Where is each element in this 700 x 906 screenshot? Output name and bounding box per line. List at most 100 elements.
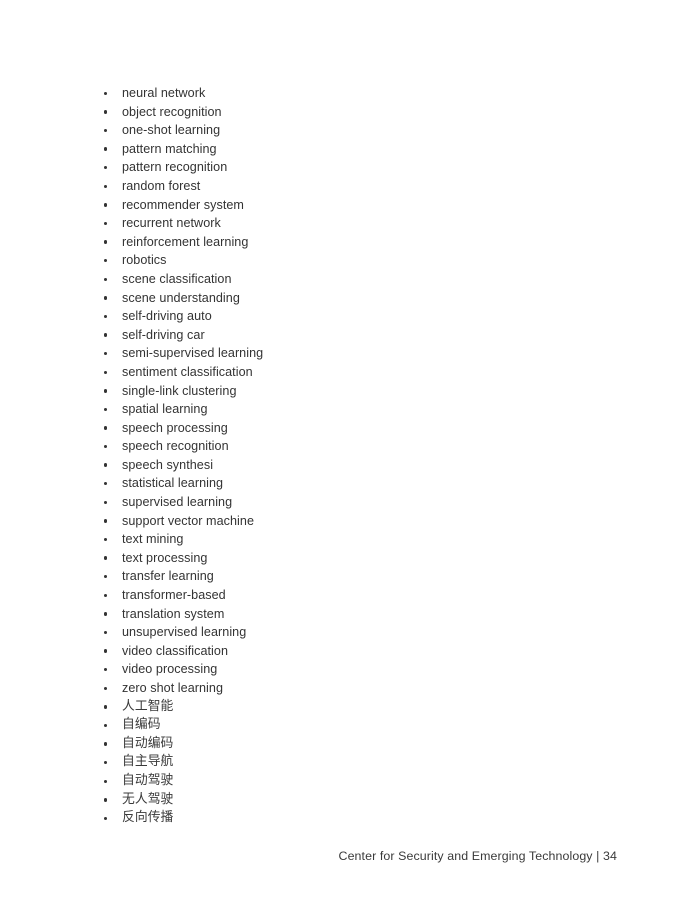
- bullet-icon: [104, 630, 108, 635]
- list-item: 人工智能: [97, 698, 617, 717]
- bullet-icon: [104, 296, 108, 300]
- list-item-label: speech processing: [122, 420, 228, 435]
- list-item: translation system: [97, 605, 617, 624]
- list-item: text processing: [97, 549, 617, 568]
- page-footer: Center for Security and Emerging Technol…: [338, 849, 617, 863]
- list-item: scene understanding: [97, 289, 617, 308]
- bullet-icon: [104, 258, 108, 263]
- list-item-label: reinforcement learning: [122, 234, 249, 249]
- list-item: one-shot learning: [97, 121, 617, 140]
- list-item-label: text processing: [122, 550, 208, 565]
- bullet-icon: [104, 165, 108, 170]
- bullet-icon: [104, 351, 108, 356]
- list-item-label: text mining: [122, 532, 184, 547]
- list-item-label: speech synthesi: [122, 457, 214, 472]
- bullet-icon: [104, 686, 108, 690]
- list-item: pattern matching: [97, 140, 617, 159]
- list-item: support vector machine: [97, 512, 617, 531]
- list-item-label: transfer learning: [122, 569, 214, 584]
- bullet-icon: [104, 426, 108, 430]
- list-item: speech recognition: [97, 437, 617, 456]
- list-item-label: 自动驾驶: [122, 772, 174, 788]
- bullet-icon: [104, 500, 108, 505]
- list-item: pattern recognition: [97, 158, 617, 177]
- list-item: self-driving car: [97, 326, 617, 345]
- list-item-label: support vector machine: [122, 513, 254, 528]
- list-item-label: pattern recognition: [122, 160, 228, 175]
- bullet-icon: [104, 705, 108, 709]
- bullet-icon: [104, 91, 108, 95]
- list-item: random forest: [97, 177, 617, 196]
- list-item-label: zero shot learning: [122, 681, 224, 695]
- bullet-icon: [104, 668, 108, 672]
- list-item-label: translation system: [122, 606, 225, 621]
- list-item: neural network: [97, 84, 617, 103]
- list-item: 自动编码: [97, 735, 617, 754]
- bullet-icon: [104, 110, 108, 114]
- list-item-label: one-shot learning: [122, 123, 221, 138]
- bullet-icon: [104, 203, 108, 207]
- list-item-label: pattern matching: [122, 141, 217, 156]
- list-item: 自编码: [97, 716, 617, 735]
- list-item-label: 反向传播: [122, 810, 174, 826]
- bullet-icon: [104, 463, 108, 467]
- bullet-icon: [104, 444, 108, 449]
- list-item-label: recommender system: [122, 197, 244, 212]
- bullet-icon: [104, 128, 108, 133]
- list-item: supervised learning: [97, 493, 617, 512]
- list-item-label: random forest: [122, 178, 201, 193]
- list-item: single-link clustering: [97, 382, 617, 401]
- list-item: semi-supervised learning: [97, 344, 617, 363]
- bullet-icon: [104, 314, 108, 319]
- list-item-label: 自主导航: [122, 754, 174, 770]
- bullet-icon: [104, 370, 108, 374]
- document-page: neural network object recognition one-shot…: [0, 0, 700, 906]
- list-item-label: semi-supervised learning: [122, 346, 264, 361]
- bullet-icon: [104, 389, 108, 393]
- bullet-icon: [104, 779, 108, 783]
- list-item-label: scene understanding: [122, 290, 240, 305]
- list-item: robotics: [97, 251, 617, 270]
- list-item-label: spatial learning: [122, 402, 208, 417]
- list-item-label: video classification: [122, 643, 228, 658]
- list-item: spatial learning: [97, 400, 617, 419]
- list-item: transfer learning: [97, 567, 617, 586]
- bullet-icon: [104, 519, 108, 523]
- bullet-icon: [104, 760, 108, 765]
- bullet-icon: [104, 537, 108, 542]
- list-item: self-driving auto: [97, 307, 617, 326]
- bullet-icon: [104, 575, 108, 579]
- bullet-icon: [104, 333, 108, 337]
- bullet-icon: [104, 612, 108, 616]
- list-item: speech synthesi: [97, 456, 617, 475]
- list-item: unsupervised learning: [97, 623, 617, 642]
- bullet-icon: [104, 816, 108, 821]
- glossary-term-list: neural network object recognition one-shot…: [97, 84, 617, 828]
- list-item-label: unsupervised learning: [122, 625, 247, 640]
- list-item: recommender system: [97, 196, 617, 215]
- bullet-icon: [104, 556, 108, 560]
- list-item-label: speech recognition: [122, 439, 229, 454]
- list-item-label: transformer-based: [122, 588, 226, 603]
- bullet-icon: [104, 240, 108, 244]
- bullet-icon: [104, 593, 108, 598]
- list-item: text mining: [97, 530, 617, 549]
- list-item-label: statistical learning: [122, 476, 224, 491]
- list-item: sentiment classification: [97, 363, 617, 382]
- list-item-label: neural network: [122, 86, 206, 100]
- bullet-icon: [104, 798, 108, 802]
- bullet-icon: [104, 407, 108, 412]
- bullet-icon: [104, 277, 108, 281]
- list-item-label: recurrent network: [122, 216, 221, 231]
- list-item-label: scene classification: [122, 271, 232, 286]
- bullet-icon: [104, 184, 108, 188]
- bullet-icon: [104, 482, 108, 486]
- list-item-label: single-link clustering: [122, 383, 237, 398]
- bullet-icon: [104, 147, 108, 151]
- bullet-icon: [104, 649, 108, 653]
- list-item-label: 人工智能: [122, 698, 174, 714]
- list-item-label: 无人驾驶: [122, 791, 174, 807]
- list-item: video processing: [97, 660, 617, 679]
- list-item: statistical learning: [97, 474, 617, 493]
- list-item: 自主导航: [97, 753, 617, 772]
